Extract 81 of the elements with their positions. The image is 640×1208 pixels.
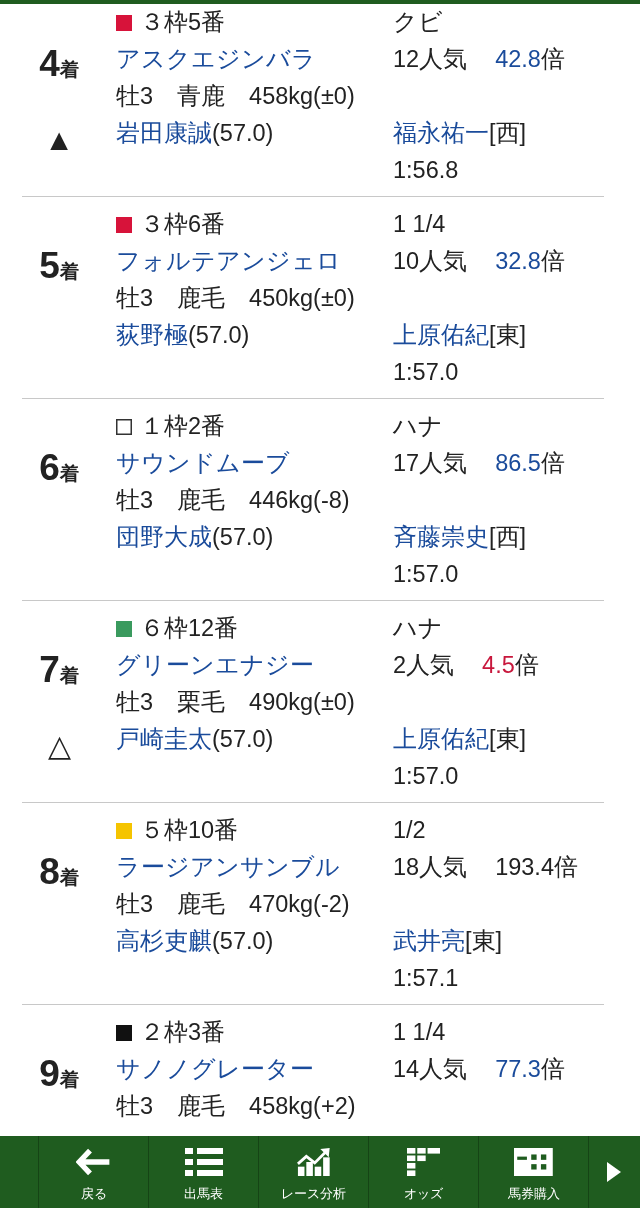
horse-name-link[interactable]: フォルテアンジェロ: [116, 243, 341, 280]
trainer-region: [東]: [489, 322, 527, 348]
ticket-icon: [514, 1148, 553, 1176]
trainer-region: [西]: [489, 120, 527, 146]
jockey-weight: (57.0): [212, 524, 274, 550]
grid-blocks-icon: [406, 1148, 441, 1176]
jockey-weight: (57.0): [212, 120, 274, 146]
back-arrow-icon: [76, 1148, 111, 1176]
trainer-name-link[interactable]: 上原佑紀: [393, 322, 489, 348]
popularity-text: 12人気: [393, 46, 468, 72]
trainer-region: [東]: [489, 726, 527, 752]
finish-position: 9着: [39, 1052, 79, 1092]
margin-text: クビ: [393, 8, 443, 37]
horse-profile: 牡3 鹿毛 446kg(-8): [116, 486, 350, 515]
horse-name-link[interactable]: サノノグレーター: [116, 1051, 314, 1088]
prediction-mark: △: [47, 730, 71, 761]
trainer-name-link[interactable]: 武井亮: [393, 928, 465, 954]
horse-name-link[interactable]: サウンドムーブ: [116, 445, 290, 482]
gate-number: ３枠6番: [140, 210, 226, 239]
trainer-name-link[interactable]: 上原佑紀: [393, 726, 489, 752]
finish-time: 1:56.8: [393, 156, 459, 185]
odds-unit: 倍: [540, 450, 565, 476]
trainer-name-link[interactable]: 斉藤崇史: [393, 524, 489, 550]
jockey-name-link[interactable]: 戸崎圭太: [116, 726, 212, 752]
odds-value[interactable]: 77.3: [495, 1056, 541, 1082]
gate-number: ６枠12番: [140, 614, 239, 643]
popularity-text: 18人気: [393, 854, 468, 880]
rising-chart-icon: [296, 1148, 331, 1176]
list-icon: [184, 1148, 223, 1176]
odds-value[interactable]: 4.5: [482, 652, 515, 678]
margin-text: 1 1/4: [393, 210, 446, 239]
finish-position: 7着: [39, 648, 79, 688]
gate-number: ３枠5番: [140, 8, 226, 37]
finish-time: 1:57.0: [393, 358, 459, 387]
finish-time: 1:57.0: [393, 762, 459, 791]
margin-text: 1 1/4: [393, 1018, 446, 1047]
odds-value[interactable]: 32.8: [495, 248, 541, 274]
right-triangle-icon: [607, 1162, 621, 1182]
jockey-name-link[interactable]: 団野大成: [116, 524, 212, 550]
odds-unit: 倍: [540, 248, 565, 274]
jockey-name-link[interactable]: 岩田康誠: [116, 120, 212, 146]
odds-value[interactable]: 42.8: [495, 46, 541, 72]
finish-time: 1:57.1: [393, 964, 459, 993]
margin-text: 1/2: [393, 816, 426, 845]
trainer-region: [西]: [489, 524, 527, 550]
odds-value[interactable]: 193.4: [495, 854, 554, 880]
popularity-text: 2人気: [393, 652, 455, 678]
odds-unit: 倍: [553, 854, 578, 880]
odds-value[interactable]: 86.5: [495, 450, 541, 476]
horse-name-link[interactable]: ラージアンサンブル: [116, 849, 340, 886]
jockey-weight: (57.0): [212, 726, 274, 752]
trainer-name-link[interactable]: 福永祐一: [393, 120, 489, 146]
jockey-name-link[interactable]: 荻野極: [116, 322, 188, 348]
jockey-weight: (57.0): [212, 928, 274, 954]
horse-profile: 牡3 栗毛 490kg(±0): [116, 688, 355, 717]
odds-unit: 倍: [540, 1056, 565, 1082]
gate-number: １枠2番: [140, 412, 226, 441]
popularity-text: 14人気: [393, 1056, 468, 1082]
trainer-region: [東]: [465, 928, 503, 954]
margin-text: ハナ: [393, 412, 443, 441]
horse-profile: 牡3 鹿毛 470kg(-2): [116, 890, 350, 919]
jockey-name-link[interactable]: 高杉吏麒: [116, 928, 212, 954]
horse-profile: 牡3 鹿毛 458kg(+2): [116, 1092, 356, 1121]
prediction-mark: ▲: [44, 124, 74, 155]
gate-number: ５枠10番: [140, 816, 239, 845]
finish-position: 8着: [39, 850, 79, 890]
finish-position: 6着: [39, 446, 79, 486]
odds-unit: 倍: [514, 652, 539, 678]
finish-position: 5着: [39, 244, 79, 284]
horse-name-link[interactable]: グリーンエナジー: [116, 647, 314, 684]
horse-profile: 牡3 青鹿 458kg(±0): [116, 82, 355, 111]
gate-number: ２枠3番: [140, 1018, 226, 1047]
finish-time: 1:57.0: [393, 560, 459, 589]
finish-position: 4着: [39, 42, 79, 82]
horse-profile: 牡3 鹿毛 450kg(±0): [116, 284, 355, 313]
odds-unit: 倍: [540, 46, 565, 72]
margin-text: ハナ: [393, 614, 443, 643]
jockey-weight: (57.0): [188, 322, 250, 348]
popularity-text: 10人気: [393, 248, 468, 274]
horse-name-link[interactable]: アスクエジンバラ: [116, 41, 316, 78]
popularity-text: 17人気: [393, 450, 468, 476]
